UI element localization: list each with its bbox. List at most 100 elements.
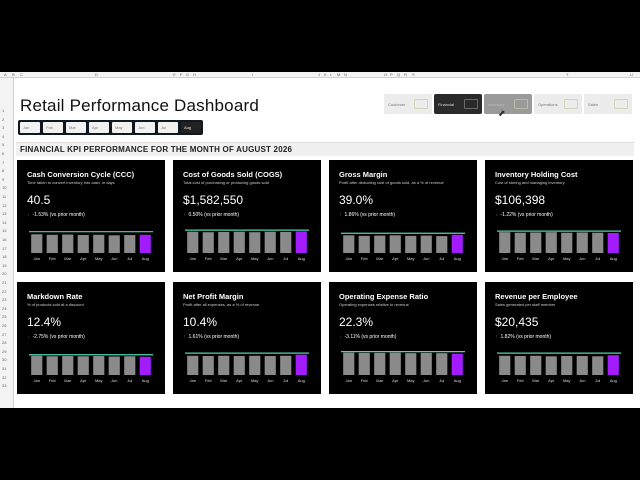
row-header-11[interactable]: 11: [2, 194, 6, 199]
month-button-mar[interactable]: Mar: [66, 122, 86, 133]
row-header-9[interactable]: 9: [2, 177, 4, 182]
row-header-2[interactable]: 2: [2, 117, 4, 122]
chart-bar: [514, 356, 526, 375]
month-button-apr[interactable]: Apr: [89, 122, 109, 133]
row-header-15[interactable]: 15: [2, 228, 6, 233]
chart-bar: [249, 232, 261, 253]
kpi-value: 40.5: [27, 193, 51, 207]
row-header-17[interactable]: 17: [2, 246, 6, 251]
nav-button-label: Sales: [588, 101, 599, 107]
mouse-cursor-icon: ⬈: [498, 108, 506, 118]
month-button-may[interactable]: May: [112, 122, 132, 133]
row-header-30[interactable]: 30: [2, 357, 6, 362]
row-header-29[interactable]: 29: [2, 349, 6, 354]
section-title: FINANCIAL KPI PERFORMANCE FOR THE MONTH …: [16, 142, 634, 156]
row-header-3[interactable]: 3: [2, 125, 4, 130]
row-header-5[interactable]: 5: [2, 142, 4, 147]
row-header-27[interactable]: 27: [2, 332, 6, 337]
row-header-4[interactable]: 4: [2, 134, 4, 139]
row-header-8[interactable]: 8: [2, 168, 4, 173]
nav-button-sales[interactable]: Sales: [584, 94, 632, 114]
chart-bar: [295, 231, 307, 253]
column-header-R[interactable]: R: [404, 72, 407, 78]
column-header-L[interactable]: L: [330, 72, 332, 78]
column-header-E[interactable]: E: [173, 72, 176, 78]
row-header-20[interactable]: 20: [2, 271, 6, 276]
column-header-S[interactable]: S: [412, 72, 415, 78]
kpi-card: Net Profit Margin Profit after all expens…: [173, 282, 321, 394]
sales-icon: [614, 99, 628, 109]
row-header-28[interactable]: 28: [2, 340, 6, 345]
column-header-K[interactable]: K: [324, 72, 327, 78]
row-header-33[interactable]: 33: [2, 383, 6, 388]
column-header-N[interactable]: N: [344, 72, 347, 78]
column-header-C[interactable]: C: [20, 72, 23, 78]
nav-button-operations[interactable]: Operations: [534, 94, 582, 114]
nav-button-inventory[interactable]: Inventory: [484, 94, 532, 114]
month-button-feb[interactable]: Feb: [43, 122, 63, 133]
month-button-jun[interactable]: Jun: [135, 122, 155, 133]
row-header-19[interactable]: 19: [2, 263, 6, 268]
row-header-25[interactable]: 25: [2, 314, 6, 319]
month-button-jan[interactable]: Jan: [20, 122, 40, 133]
column-header-J[interactable]: J: [318, 72, 320, 78]
row-header-10[interactable]: 10: [2, 185, 6, 190]
chart-bar: [358, 352, 370, 375]
row-header-24[interactable]: 24: [2, 306, 6, 311]
row-header-1[interactable]: 1: [2, 108, 4, 113]
column-header-I[interactable]: I: [252, 72, 253, 78]
column-header-T[interactable]: T: [566, 72, 568, 78]
row-header-6[interactable]: 6: [2, 151, 4, 156]
column-header-H[interactable]: H: [193, 72, 196, 78]
column-header-Q[interactable]: Q: [397, 72, 400, 78]
row-header-13[interactable]: 13: [2, 211, 6, 216]
chart-bar: [249, 355, 261, 375]
column-header-O[interactable]: O: [384, 72, 387, 78]
row-header-16[interactable]: 16: [2, 237, 6, 242]
row-header-31[interactable]: 31: [2, 366, 6, 371]
chart-bar: [607, 355, 619, 375]
chart-tick-label: Jun: [267, 256, 273, 261]
row-header-21[interactable]: 21: [2, 280, 6, 285]
kpi-subtitle: Sales generated per staff member: [495, 302, 556, 307]
chart-bar: [280, 355, 292, 375]
row-header-32[interactable]: 32: [2, 375, 6, 380]
chart-bar: [77, 356, 89, 375]
row-header-26[interactable]: 26: [2, 323, 6, 328]
row-header-14[interactable]: 14: [2, 220, 6, 225]
column-header-F[interactable]: F: [180, 72, 182, 78]
kpi-change-text: -2.75% (vs prior month): [32, 334, 85, 340]
chart-bar: [451, 353, 463, 375]
chart-tick-label: Aug: [610, 256, 617, 261]
chart-bar: [499, 355, 511, 375]
kpi-card: Markdown Rate% of products sold at a dis…: [17, 282, 165, 394]
arrow-up-icon: ↑: [183, 334, 186, 340]
row-header-7[interactable]: 7: [2, 160, 4, 165]
arrow-down-icon: ↓: [27, 334, 30, 340]
row-header-22[interactable]: 22: [2, 289, 6, 294]
chart-bar: [202, 232, 214, 253]
kpi-value: 22.3%: [339, 315, 374, 329]
chart-tick-label: May: [407, 378, 415, 383]
column-header-bar: ABCDEFGHIJKLMNOPQRSTU: [0, 72, 640, 78]
chart-bar: [233, 231, 245, 253]
column-header-U[interactable]: U: [630, 72, 633, 78]
column-header-G[interactable]: G: [186, 72, 189, 78]
chart-tick-label: Jun: [111, 256, 117, 261]
column-header-P[interactable]: P: [390, 72, 393, 78]
nav-button-customer[interactable]: Customer: [384, 94, 432, 114]
chart-tick-label: Aug: [298, 256, 305, 261]
column-header-M[interactable]: M: [337, 72, 340, 78]
row-header-18[interactable]: 18: [2, 254, 6, 259]
nav-button-financial[interactable]: Financial: [434, 94, 482, 114]
month-button-jul[interactable]: Jul: [158, 122, 178, 133]
chart-tick-label: Apr: [236, 378, 243, 383]
row-header-23[interactable]: 23: [2, 297, 6, 302]
month-button-aug[interactable]: Aug: [181, 122, 201, 133]
chart-tick-label: Jul: [439, 256, 444, 261]
kpi-subtitle: Cost of storing and managing inventory: [495, 180, 565, 185]
chart-bar: [46, 356, 58, 375]
chart-tick-label: May: [251, 256, 259, 261]
row-header-12[interactable]: 12: [2, 203, 6, 208]
column-header-D[interactable]: D: [95, 72, 98, 78]
